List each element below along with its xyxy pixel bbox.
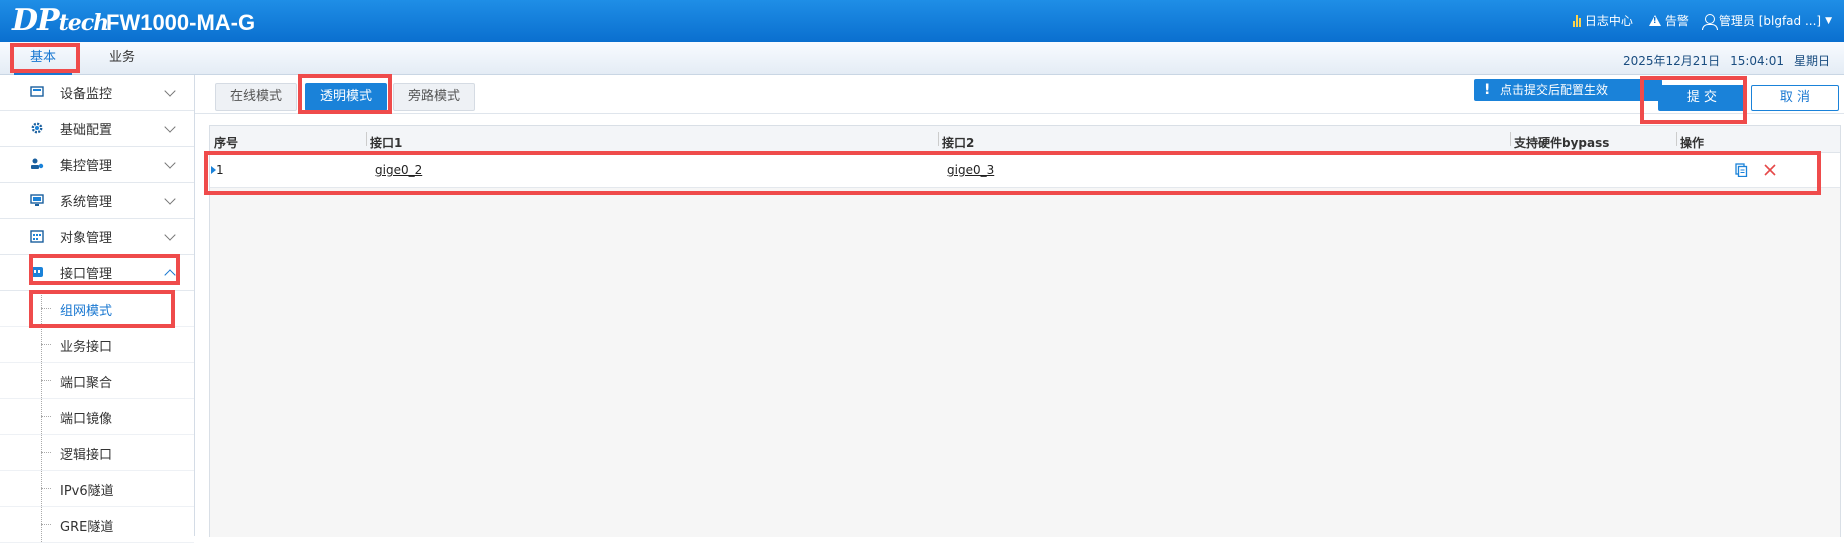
tree-branch [41,344,51,345]
date-text: 2025年12月21日 [1622,54,1721,68]
sidebar-item-interface-manage[interactable]: 接口管理 [0,255,194,291]
sidebar-item-label: 对象管理 [60,231,113,246]
top-right-tools: 日志中心 告警 管理员 [blgfad ...] ▼ [1572,12,1832,30]
sidebar-sub-logical-interface[interactable]: 逻辑接口 [0,435,194,471]
tab-online-mode[interactable]: 在线模式 [215,83,298,111]
table-header: 序号 接口1 接口2 支持硬件bypass 操作 [210,126,1840,153]
table-row[interactable]: 1 gige0_2 gige0_3 [210,153,1840,188]
brand-logo: DPtech [12,3,109,38]
sidebar-sub-port-mirror[interactable]: 端口镜像 [0,399,194,435]
top-bar: DPtech FW1000-MA-G 日志中心 告警 管理员 [blgfad .… [0,0,1844,42]
user-menu[interactable]: 管理员 [blgfad ...] ▼ [1701,12,1832,30]
log-center-link[interactable]: 日志中心 [1572,12,1633,29]
column-header: 接口2 [942,136,975,150]
gear-icon [31,122,43,134]
sub-item-label: 端口镜像 [60,412,113,427]
sidebar-item-label: 设备监控 [60,87,113,102]
sub-item-label: 逻辑接口 [60,448,113,463]
warning-icon [1648,15,1661,26]
sidebar-sub-networking-mode[interactable]: 组网模式 [0,291,194,327]
sidebar-item-central-control[interactable]: 集控管理 [0,147,194,183]
datetime-display: 2025年12月21日 15:04:01 星期日 [1613,52,1830,69]
sub-item-label: 端口聚合 [60,376,113,391]
cell-interface1[interactable]: gige0_2 [375,163,422,177]
tab-bypass-mode[interactable]: 旁路模式 [393,83,476,111]
column-divider [1510,132,1511,146]
sidebar-item-object-manage[interactable]: 对象管理 [0,219,194,255]
column-header: 支持硬件bypass [1514,136,1610,150]
sidebar-item-label: 系统管理 [60,195,113,210]
main-nav: 基本 业务 2025年12月21日 15:04:01 星期日 [0,42,1844,75]
sidebar-item-label: 集控管理 [60,159,113,174]
nav-tab-basic[interactable]: 基本 [14,42,72,75]
alarm-label: 告警 [1664,14,1689,28]
main-content: 在线模式 透明模式 旁路模式 ! 点击提交后配置生效 提 交 取 消 序号 接口… [195,75,1844,537]
chevron-down-icon [164,157,176,169]
notice-banner: ! 点击提交后配置生效 [1474,79,1662,101]
cluster-icon [31,158,44,169]
sidebar-sub-port-aggregation[interactable]: 端口聚合 [0,363,194,399]
chevron-down-icon [164,193,176,205]
nav-tab-business[interactable]: 业务 [96,42,148,72]
weekday-text: 星期日 [1793,54,1830,68]
column-header: 序号 [214,136,239,150]
product-name: FW1000-MA-G [106,10,256,35]
mode-tabs-bar: 在线模式 透明模式 旁路模式 ! 点击提交后配置生效 提 交 取 消 [195,75,1844,114]
computer-icon [30,194,44,206]
exclamation-icon: ! [1484,82,1491,98]
column-divider [366,132,367,146]
bar-chart-icon [1572,14,1581,27]
cancel-button[interactable]: 取 消 [1751,85,1839,111]
sidebar-item-system-manage[interactable]: 系统管理 [0,183,194,219]
tree-branch [41,380,51,381]
calendar-grid-icon [30,230,44,243]
tree-branch [41,524,51,525]
interface-pair-table: 序号 接口1 接口2 支持硬件bypass 操作 1 gige0_2 gige0… [209,125,1841,537]
tree-branch [41,416,51,417]
chevron-up-icon [164,269,176,281]
chevron-down-icon [164,229,176,241]
caret-down-icon: ▼ [1825,15,1832,26]
sub-item-label: 组网模式 [60,304,113,319]
delete-icon[interactable] [1763,163,1777,177]
column-header: 接口1 [370,136,403,150]
cell-index: 1 [216,163,224,177]
sidebar-item-device-monitor[interactable]: 设备监控 [0,75,194,111]
monitor-icon [30,86,44,97]
sub-item-label: 业务接口 [60,340,113,355]
copy-icon[interactable] [1734,163,1748,177]
column-divider [938,132,939,146]
submit-button[interactable]: 提 交 [1658,85,1746,111]
alarm-link[interactable]: 告警 [1648,12,1689,29]
sidebar-item-label: 基础配置 [60,123,113,138]
cell-interface2[interactable]: gige0_3 [947,163,994,177]
sidebar-item-label: 接口管理 [60,267,113,282]
column-divider [1676,132,1677,146]
column-header: 操作 [1680,136,1705,150]
time-text: 15:04:01 [1730,54,1784,68]
sub-item-label: IPv6隧道 [60,484,114,499]
sidebar: 设备监控 基础配置 集控管理 系统管理 对象管理 接口管理 组网模式 业务接口 … [0,75,195,543]
notice-text: 点击提交后配置生效 [1500,83,1609,97]
tab-transparent-mode[interactable]: 透明模式 [305,83,388,111]
log-center-label: 日志中心 [1584,14,1633,28]
user-label: 管理员 [blgfad ...] [1718,14,1822,28]
sidebar-sub-gre-tunnel[interactable]: GRE隧道 [0,507,194,543]
tree-branch [41,452,51,453]
tree-branch [41,308,51,309]
user-icon [1701,13,1718,30]
sub-item-label: GRE隧道 [60,520,114,535]
tree-branch [41,488,51,489]
chevron-down-icon [164,85,176,97]
sidebar-sub-business-interface[interactable]: 业务接口 [0,327,194,363]
sidebar-sub-ipv6-tunnel[interactable]: IPv6隧道 [0,471,194,507]
chevron-down-icon [164,121,176,133]
interface-icon [31,267,43,277]
sidebar-item-basic-config[interactable]: 基础配置 [0,111,194,147]
